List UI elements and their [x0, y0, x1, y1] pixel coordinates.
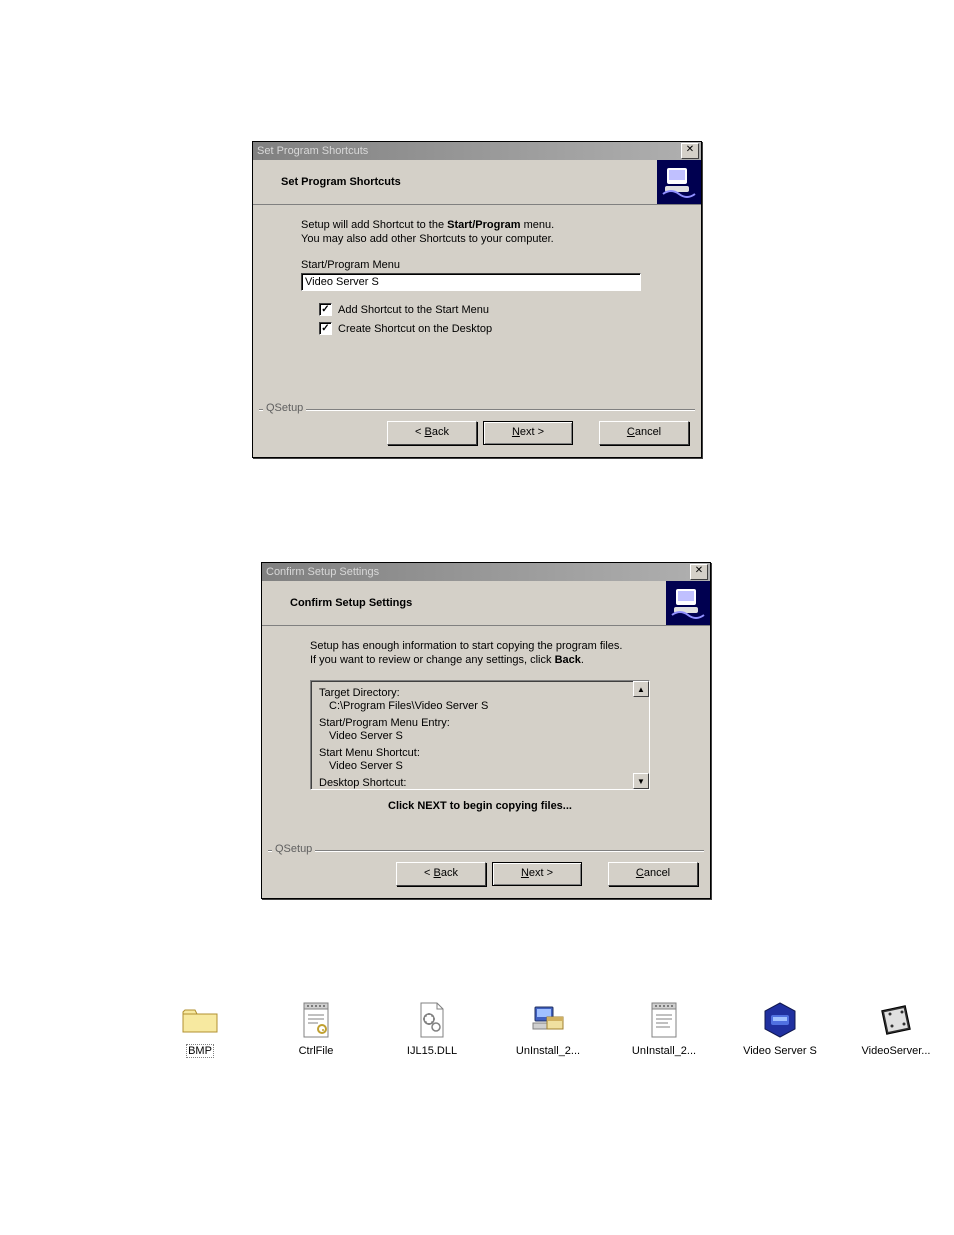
icon-label: CtrlFile — [297, 1044, 336, 1058]
instruction-line-2: You may also add other Shortcuts to your… — [301, 233, 681, 245]
checkbox-desktop-label: Create Shortcut on the Desktop — [338, 323, 492, 335]
icon-label: UnInstall_2... — [514, 1044, 582, 1058]
scrollbar[interactable]: ▲ ▼ — [633, 681, 649, 789]
file-uninstall-2[interactable]: UnInstall_2... — [624, 1000, 704, 1058]
dialog-confirm-setup-settings: Confirm Setup Settings ✕ Confirm Setup S… — [261, 562, 711, 899]
cancel-button[interactable]: Cancel — [608, 862, 698, 886]
icon-label: IJL15.DLL — [405, 1044, 459, 1058]
icon-label: UnInstall_2... — [630, 1044, 698, 1058]
file-videoserver[interactable]: VideoServer... — [856, 1000, 936, 1058]
back-button[interactable]: < Back — [396, 862, 486, 886]
checkbox-start-menu-label: Add Shortcut to the Start Menu — [338, 304, 489, 316]
close-icon[interactable]: ✕ — [690, 564, 708, 580]
installer-icon — [666, 581, 710, 625]
file-ctrlfile[interactable]: CtrlFile — [276, 1000, 356, 1058]
icon-label: VideoServer... — [860, 1044, 933, 1058]
notepad-icon — [644, 1000, 684, 1040]
instruction-line-1: Setup has enough information to start co… — [310, 640, 690, 652]
scroll-down-icon[interactable]: ▼ — [633, 773, 649, 789]
desktop-icons: BMP CtrlFile IJL15.DLL UnInstall_2... Un… — [160, 1000, 936, 1058]
next-button[interactable]: Next > — [492, 862, 582, 886]
app-video-server-s[interactable]: Video Server S — [740, 1000, 820, 1058]
settings-listbox[interactable]: Target Directory: C:\Program Files\Video… — [310, 680, 650, 790]
list-value: Video Server S — [319, 760, 641, 773]
button-row: < Back Next > Cancel — [262, 852, 710, 898]
icon-label: BMP — [186, 1044, 214, 1058]
groupbox: QSetup — [268, 850, 704, 852]
dialog-content: Setup will add Shortcut to the Start/Pro… — [253, 205, 701, 407]
titlebar[interactable]: Set Program Shortcuts ✕ — [253, 142, 701, 160]
checkbox-row-start-menu[interactable]: ✓ Add Shortcut to the Start Menu — [319, 303, 681, 316]
window-title: Confirm Setup Settings — [266, 566, 379, 578]
cancel-button[interactable]: Cancel — [599, 421, 689, 445]
file-uninstall-1[interactable]: UnInstall_2... — [508, 1000, 588, 1058]
menu-label: Start/Program Menu — [301, 259, 681, 271]
list-line: Target Directory: — [319, 687, 641, 700]
list-line: Desktop Shortcut: — [319, 777, 641, 790]
icon-label: Video Server S — [741, 1044, 819, 1058]
next-button[interactable]: Next > — [483, 421, 573, 445]
back-button[interactable]: < Back — [387, 421, 477, 445]
notepad-icon — [296, 1000, 336, 1040]
uninstall-exe-icon — [528, 1000, 568, 1040]
dialog-header: Confirm Setup Settings — [262, 581, 710, 626]
folder-icon — [180, 1000, 220, 1040]
dialog-header: Set Program Shortcuts — [253, 160, 701, 205]
program-menu-input[interactable] — [301, 273, 641, 291]
dialog-content: Setup has enough information to start co… — [262, 626, 710, 848]
list-line: Start/Program Menu Entry: — [319, 717, 641, 730]
window-title: Set Program Shortcuts — [257, 145, 368, 157]
button-row: < Back Next > Cancel — [253, 411, 701, 457]
file-ijl15-dll[interactable]: IJL15.DLL — [392, 1000, 472, 1058]
header-title: Set Program Shortcuts — [281, 176, 401, 188]
groupbox-label: QSetup — [272, 843, 315, 855]
scroll-up-icon[interactable]: ▲ — [633, 681, 649, 697]
list-value: C:\Program Files\Video Server S — [319, 700, 641, 713]
titlebar[interactable]: Confirm Setup Settings ✕ — [262, 563, 710, 581]
video-file-icon — [876, 1000, 916, 1040]
checkbox-desktop[interactable]: ✓ — [319, 322, 332, 335]
groupbox-label: QSetup — [263, 402, 306, 414]
list-value: Video Server S — [319, 730, 641, 743]
confirm-instruction: Click NEXT to begin copying files... — [270, 800, 690, 812]
checkbox-start-menu[interactable]: ✓ — [319, 303, 332, 316]
dialog-set-program-shortcuts: Set Program Shortcuts ✕ Set Program Shor… — [252, 141, 702, 458]
installer-icon — [657, 160, 701, 204]
dll-icon — [412, 1000, 452, 1040]
groupbox: QSetup — [259, 409, 695, 411]
list-line: Start Menu Shortcut: — [319, 747, 641, 760]
video-server-icon — [760, 1000, 800, 1040]
folder-bmp[interactable]: BMP — [160, 1000, 240, 1058]
instruction-line-2: If you want to review or change any sett… — [310, 654, 690, 666]
instruction-line-1: Setup will add Shortcut to the Start/Pro… — [301, 219, 681, 231]
close-icon[interactable]: ✕ — [681, 143, 699, 159]
checkbox-row-desktop[interactable]: ✓ Create Shortcut on the Desktop — [319, 322, 681, 335]
header-title: Confirm Setup Settings — [290, 597, 412, 609]
